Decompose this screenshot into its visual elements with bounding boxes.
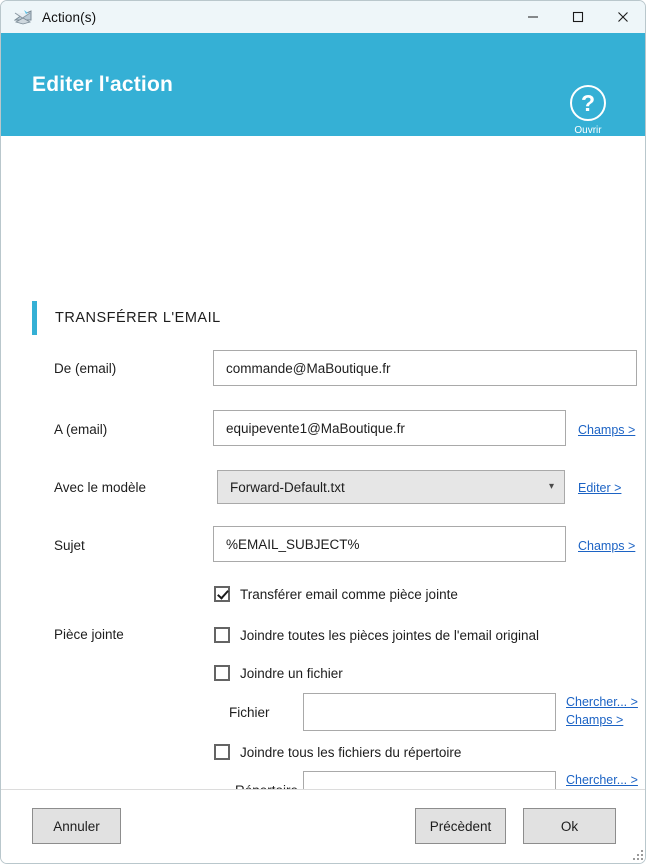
ok-button[interactable]: Ok xyxy=(523,808,616,844)
checkbox-attach-all-directory[interactable]: Joindre tous les fichiers du répertoire xyxy=(214,744,461,760)
minimize-button[interactable] xyxy=(510,1,555,33)
template-select-value: Forward-Default.txt xyxy=(230,479,345,495)
to-email-fields-link[interactable]: Champs > xyxy=(578,423,635,437)
checkbox-icon-checked xyxy=(214,586,230,602)
checkbox-attach-all-original[interactable]: Joindre toutes les pièces jointes de l'e… xyxy=(214,627,539,643)
section-title: TRANSFÉRER L'EMAIL xyxy=(55,310,221,326)
file-browse-link[interactable]: Chercher... > xyxy=(566,695,638,709)
to-email-label: A (email) xyxy=(54,422,108,437)
checkbox-forward-as-attachment-label: Transférer email comme pièce jointe xyxy=(240,586,458,602)
from-email-input[interactable]: commande@MaBoutique.fr xyxy=(213,350,637,386)
file-input[interactable] xyxy=(303,693,556,731)
window-controls xyxy=(510,1,645,33)
maximize-button[interactable] xyxy=(555,1,600,33)
window-title: Action(s) xyxy=(42,9,97,25)
template-label: Avec le modèle xyxy=(54,480,147,495)
resize-grip[interactable] xyxy=(629,846,643,860)
footer-bar: Annuler Précèdent Ok xyxy=(1,789,645,863)
checkbox-attach-all-directory-label: Joindre tous les fichiers du répertoire xyxy=(240,744,462,760)
subject-label: Sujet xyxy=(54,538,85,553)
checkbox-forward-as-attachment[interactable]: Transférer email comme pièce jointe xyxy=(214,586,458,602)
checkbox-attach-file-label: Joindre un fichier xyxy=(240,665,343,681)
form-content: TRANSFÉRER L'EMAIL De (email) commande@M… xyxy=(1,136,645,852)
file-label: Fichier xyxy=(229,705,270,720)
checkbox-attach-file[interactable]: Joindre un fichier xyxy=(214,665,343,681)
to-email-input[interactable]: equipevente1@MaBoutique.fr xyxy=(213,410,566,446)
section-accent-bar xyxy=(32,301,37,335)
header-banner: Editer l'action ? Ouvrir l'aide xyxy=(1,33,645,149)
directory-browse-link[interactable]: Chercher... > xyxy=(566,773,638,787)
checkbox-icon-unchecked xyxy=(214,744,230,760)
question-mark-icon: ? xyxy=(570,85,606,121)
template-edit-link[interactable]: Editer > xyxy=(578,481,621,495)
section-header: TRANSFÉRER L'EMAIL xyxy=(32,301,221,335)
previous-button[interactable]: Précèdent xyxy=(415,808,506,844)
page-title: Editer l'action xyxy=(32,72,174,96)
checkbox-icon-unchecked xyxy=(214,665,230,681)
chevron-down-icon: ▾ xyxy=(548,481,554,492)
action-edit-window: Action(s) Editer l'action ? Ouvrir l'aid… xyxy=(0,0,646,864)
close-button[interactable] xyxy=(600,1,645,33)
subject-fields-link[interactable]: Champs > xyxy=(578,539,635,553)
checkbox-icon-unchecked xyxy=(214,627,230,643)
checkbox-attach-all-original-label: Joindre toutes les pièces jointes de l'e… xyxy=(240,627,539,643)
cancel-button[interactable]: Annuler xyxy=(32,808,121,844)
template-select[interactable]: Forward-Default.txt ▾ xyxy=(217,470,565,504)
subject-input[interactable]: %EMAIL_SUBJECT% xyxy=(213,526,566,562)
file-fields-link[interactable]: Champs > xyxy=(566,713,623,727)
attachment-group-label: Pièce jointe xyxy=(54,627,124,642)
title-bar: Action(s) xyxy=(1,1,645,33)
mail-icon xyxy=(14,9,32,25)
from-email-label: De (email) xyxy=(54,361,117,376)
